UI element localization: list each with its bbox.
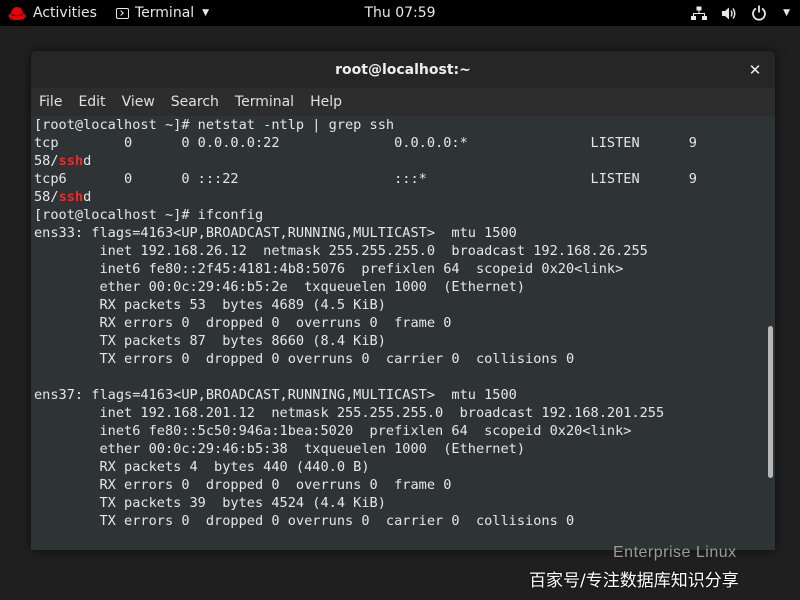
terminal-text: ens37: flags=4163<UP,BROADCAST,RUNNING,M…	[34, 387, 517, 403]
terminal-text: ens33: flags=4163<UP,BROADCAST,RUNNING,M…	[34, 225, 517, 241]
terminal-text: inet6 fe80::2f45:4181:4b8:5076 prefixlen…	[34, 261, 624, 277]
terminal-line: inet6 fe80::5c50:946a:1bea:5020 prefixle…	[34, 422, 764, 440]
terminal-line: ens33: flags=4163<UP,BROADCAST,RUNNING,M…	[34, 224, 764, 242]
terminal-line: [root@localhost ~]# ifconfig	[34, 206, 764, 224]
terminal-line: ether 00:0c:29:46:b5:38 txqueuelen 1000 …	[34, 440, 764, 458]
app-menu-label: Terminal	[135, 5, 195, 21]
window-title: root@localhost:~	[335, 61, 471, 78]
clock-button[interactable]: Thu 07:59	[364, 5, 435, 21]
close-icon[interactable]: ✕	[745, 60, 765, 80]
terminal-text: RX errors 0 dropped 0 overruns 0 frame 0	[34, 315, 452, 331]
tray-chevron-down-icon: ▼	[783, 8, 790, 18]
terminal-line: TX errors 0 dropped 0 overruns 0 carrier…	[34, 512, 764, 530]
terminal-line: tcp 0 0 0.0.0.0:22 0.0.0.0:* LISTEN 9	[34, 134, 764, 152]
terminal-line: [root@localhost ~]# netstat -ntlp | grep…	[34, 116, 764, 134]
terminal-line: inet6 fe80::2f45:4181:4b8:5076 prefixlen…	[34, 260, 764, 278]
terminal-text: 58/	[34, 153, 59, 169]
terminal-line: RX errors 0 dropped 0 overruns 0 frame 0	[34, 476, 764, 494]
app-menu-button[interactable]: Terminal ▼	[116, 0, 209, 26]
menu-bar: File Edit View Search Terminal Help	[31, 88, 775, 116]
redhat-logo-icon[interactable]	[8, 4, 26, 22]
menu-terminal[interactable]: Terminal	[227, 94, 302, 110]
terminal-line: ens37: flags=4163<UP,BROADCAST,RUNNING,M…	[34, 386, 764, 404]
terminal-text: TX errors 0 dropped 0 overruns 0 carrier…	[34, 513, 575, 529]
highlighted-match: ssh	[58, 189, 84, 205]
terminal-text: RX packets 4 bytes 440 (440.0 B)	[34, 459, 370, 475]
terminal-output[interactable]: [root@localhost ~]# netstat -ntlp | grep…	[31, 116, 775, 550]
terminal-line: inet 192.168.201.12 netmask 255.255.255.…	[34, 404, 764, 422]
terminal-icon	[116, 7, 129, 19]
terminal-text: [root@localhost ~]# ifconfig	[34, 207, 264, 223]
terminal-line: tcp6 0 0 :::22 :::* LISTEN 9	[34, 170, 764, 188]
os-watermark: Enterprise Linux	[613, 544, 737, 561]
menu-file[interactable]: File	[31, 94, 70, 110]
terminal-text: d	[83, 153, 92, 169]
chevron-down-icon: ▼	[202, 8, 210, 18]
terminal-text: ether 00:0c:29:46:b5:2e txqueuelen 1000 …	[34, 279, 526, 295]
activities-button[interactable]: Activities	[33, 0, 97, 26]
menu-view[interactable]: View	[114, 94, 163, 110]
terminal-text: d	[83, 189, 92, 205]
terminal-line: RX packets 53 bytes 4689 (4.5 KiB)	[34, 296, 764, 314]
system-tray[interactable]: ▼	[691, 0, 790, 26]
window-titlebar[interactable]: root@localhost:~ ✕	[31, 51, 775, 88]
terminal-line: TX packets 87 bytes 8660 (8.4 KiB)	[34, 332, 764, 350]
activities-label: Activities	[33, 5, 97, 21]
terminal-line: TX packets 39 bytes 4524 (4.4 KiB)	[34, 494, 764, 512]
terminal-text: TX errors 0 dropped 0 overruns 0 carrier…	[34, 351, 575, 367]
terminal-text: inet 192.168.26.12 netmask 255.255.255.0…	[34, 243, 648, 259]
source-watermark: 百家号/专注数据库知识分享	[529, 571, 739, 591]
terminal-window: root@localhost:~ ✕ File Edit View Search…	[31, 51, 775, 550]
menu-edit[interactable]: Edit	[70, 94, 113, 110]
terminal-text: inet6 fe80::5c50:946a:1bea:5020 prefixle…	[34, 423, 632, 439]
terminal-line: TX errors 0 dropped 0 overruns 0 carrier…	[34, 350, 764, 368]
power-icon[interactable]	[751, 5, 767, 21]
highlighted-match: ssh	[58, 153, 84, 169]
terminal-text: TX packets 39 bytes 4524 (4.4 KiB)	[34, 495, 386, 511]
terminal-text: tcp 0 0 0.0.0.0:22 0.0.0.0:* LISTEN 9	[34, 135, 697, 151]
terminal-line: RX errors 0 dropped 0 overruns 0 frame 0	[34, 314, 764, 332]
network-icon[interactable]	[691, 6, 708, 21]
terminal-line: 58/sshd	[34, 188, 764, 206]
terminal-text: ether 00:0c:29:46:b5:38 txqueuelen 1000 …	[34, 441, 526, 457]
terminal-text: TX packets 87 bytes 8660 (8.4 KiB)	[34, 333, 386, 349]
terminal-text: [root@localhost ~]# netstat -ntlp | grep…	[34, 117, 395, 133]
terminal-text: inet 192.168.201.12 netmask 255.255.255.…	[34, 405, 665, 421]
terminal-line: RX packets 4 bytes 440 (440.0 B)	[34, 458, 764, 476]
terminal-line: ether 00:0c:29:46:b5:2e txqueuelen 1000 …	[34, 278, 764, 296]
terminal-line: inet 192.168.26.12 netmask 255.255.255.0…	[34, 242, 764, 260]
menu-help[interactable]: Help	[302, 94, 350, 110]
terminal-text: 58/	[34, 189, 59, 205]
terminal-scrollbar[interactable]	[768, 326, 773, 478]
menu-search[interactable]: Search	[163, 94, 227, 110]
terminal-content: [root@localhost ~]# netstat -ntlp | grep…	[34, 116, 764, 550]
terminal-text: RX packets 53 bytes 4689 (4.5 KiB)	[34, 297, 386, 313]
volume-icon[interactable]	[721, 6, 737, 21]
terminal-line: 58/sshd	[34, 152, 764, 170]
terminal-text: tcp6 0 0 :::22 :::* LISTEN 9	[34, 171, 697, 187]
top-bar: Activities Terminal ▼ Thu 07:59 ▼	[0, 0, 800, 26]
terminal-text: RX errors 0 dropped 0 overruns 0 frame 0	[34, 477, 452, 493]
